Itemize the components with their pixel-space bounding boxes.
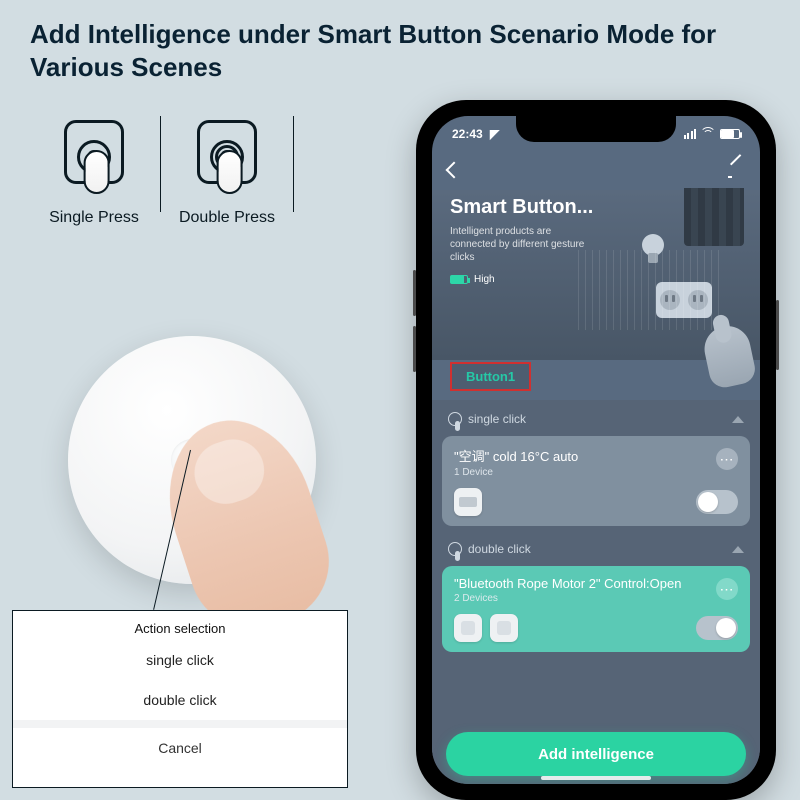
location-icon: ◤ [490, 127, 499, 141]
content-area: single click "空调" cold 16°C auto 1 Devic… [432, 400, 760, 784]
device-ac-icon [454, 488, 482, 516]
card-subtitle: 1 Device [454, 467, 738, 478]
automation-toggle[interactable] [696, 616, 738, 640]
double-click-icon [448, 542, 462, 556]
divider [293, 116, 294, 212]
add-intelligence-button[interactable]: Add intelligence [446, 732, 746, 776]
single-press-label: Single Press [44, 209, 144, 227]
phone-notch [516, 116, 676, 142]
automation-card-motor[interactable]: "Bluetooth Rope Motor 2" Control:Open 2 … [442, 566, 750, 652]
automation-toggle[interactable] [696, 490, 738, 514]
cellular-signal-icon [684, 129, 697, 139]
card-title: "空调" cold 16°C auto [454, 446, 738, 465]
hero-description: Intelligent products are connected by di… [450, 225, 600, 264]
phone-volume-up [413, 270, 416, 316]
double-press-icon [177, 116, 277, 196]
popup-gap [13, 720, 347, 728]
section-single-click-header[interactable]: single click [442, 406, 750, 432]
nav-bar [432, 152, 760, 188]
section-double-click-header[interactable]: double click [442, 536, 750, 562]
edit-icon[interactable] [728, 162, 744, 178]
card-more-icon[interactable]: ⋯ [716, 448, 738, 470]
phone-volume-down [413, 326, 416, 372]
press-mode-row: Single Press Double Press [38, 116, 304, 227]
hero-section: Smart Button... Intelligent products are… [432, 190, 760, 360]
double-press-cell: Double Press [171, 116, 283, 227]
home-indicator[interactable] [541, 776, 651, 780]
single-press-icon [44, 116, 144, 196]
section-double-click-label: double click [468, 542, 531, 556]
wifi-icon [701, 129, 715, 139]
battery-icon [720, 129, 740, 139]
battery-level-icon [450, 275, 468, 284]
double-press-label: Double Press [177, 209, 277, 227]
smart-plug-illustration [656, 282, 712, 318]
section-single-click-label: single click [468, 412, 526, 426]
cancel-option[interactable]: Cancel [13, 728, 347, 768]
popup-title: Action selection [13, 611, 347, 640]
pointing-hand-illustration [700, 322, 757, 390]
card-title: "Bluetooth Rope Motor 2" Control:Open [454, 576, 738, 591]
phone-side-button [776, 300, 779, 370]
bulb-illustration [642, 234, 664, 264]
device-icon [490, 614, 518, 642]
single-click-icon [448, 412, 462, 426]
double-click-option[interactable]: double click [13, 680, 347, 720]
collapse-icon[interactable] [732, 416, 744, 423]
card-more-icon[interactable]: ⋯ [716, 578, 738, 600]
page-heading: Add Intelligence under Smart Button Scen… [30, 18, 770, 83]
status-time: 22:43 [452, 127, 483, 141]
automation-card-ac[interactable]: "空调" cold 16°C auto 1 Device ⋯ [442, 436, 750, 526]
action-selection-popup: Action selection single click double cli… [12, 610, 348, 788]
device-icon [454, 614, 482, 642]
collapse-icon[interactable] [732, 546, 744, 553]
single-click-option[interactable]: single click [13, 640, 347, 680]
tab-button1[interactable]: Button1 [450, 362, 531, 391]
phone-screen: 22:43 ◤ Smart Button... Intelligent prod… [432, 116, 760, 784]
curtain-illustration [684, 188, 744, 246]
card-subtitle: 2 Devices [454, 593, 738, 604]
divider [160, 116, 161, 212]
single-press-cell: Single Press [38, 116, 150, 227]
back-icon[interactable] [446, 162, 463, 179]
battery-level-text: High [474, 274, 495, 285]
phone-frame: 22:43 ◤ Smart Button... Intelligent prod… [416, 100, 776, 800]
